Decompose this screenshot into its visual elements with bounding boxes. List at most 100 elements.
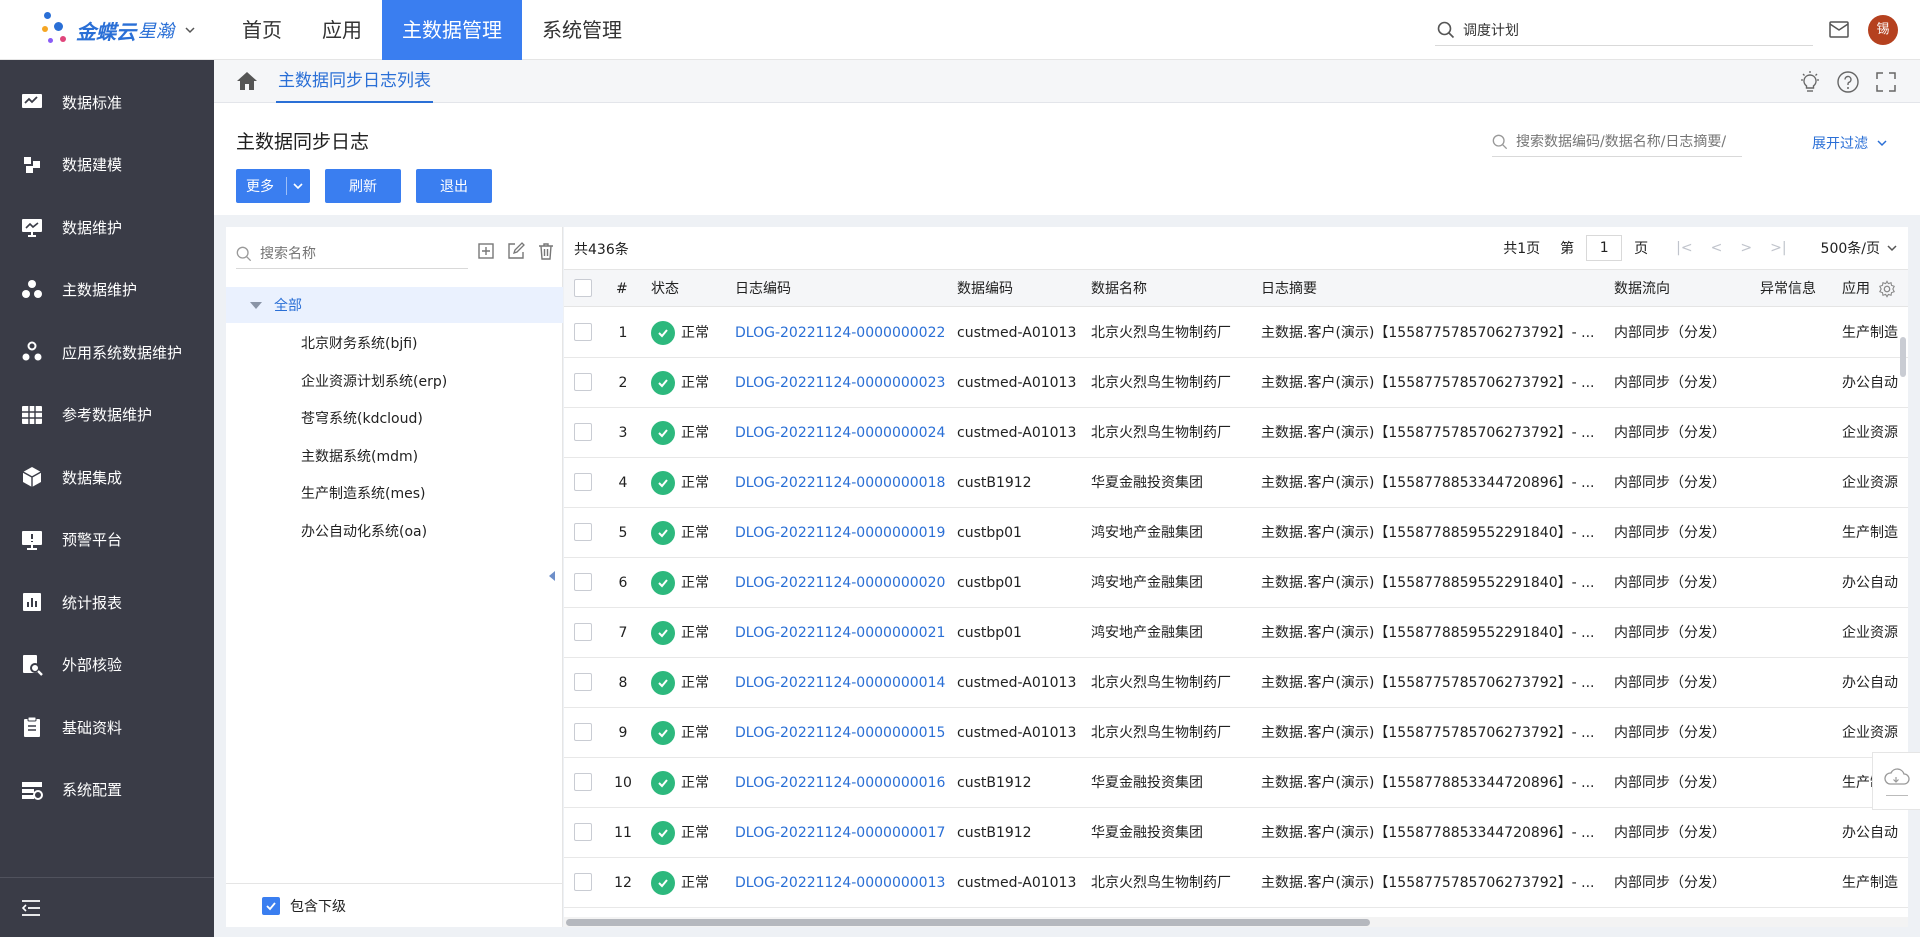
delete-icon[interactable] <box>536 241 556 261</box>
col-log-code[interactable]: 日志编码 <box>735 270 791 308</box>
col-flow[interactable]: 数据流向 <box>1614 270 1670 308</box>
edit-icon[interactable] <box>506 241 526 261</box>
sidebar-item-10[interactable]: 基础资料 <box>0 696 214 759</box>
col-status[interactable]: 状态 <box>651 270 679 308</box>
refresh-button[interactable]: 刷新 <box>325 169 401 203</box>
tree-node[interactable]: 办公自动化系统(oa) <box>301 521 427 541</box>
row-checkbox[interactable] <box>574 773 592 791</box>
tree-node[interactable]: 主数据系统(mdm) <box>301 446 418 466</box>
cell-log-code-link[interactable]: DLOG-20221124-0000000021 <box>735 608 945 658</box>
col-error[interactable]: 异常信息 <box>1760 270 1816 308</box>
brand-logo[interactable]: 金蝶云 星瀚 <box>40 10 196 50</box>
tree-node[interactable]: 苍穹系统(kdcloud) <box>301 408 423 428</box>
table-row[interactable]: 11 正常 DLOG-20221124-0000000017 custB1912 华夏金… <box>564 808 1908 858</box>
avatar[interactable]: 锡 <box>1868 15 1898 45</box>
sidebar-item-5[interactable]: 参考数据维护 <box>0 384 214 447</box>
row-checkbox[interactable] <box>574 873 592 891</box>
nav-system-management[interactable]: 系统管理 <box>522 0 642 60</box>
cell-log-code-link[interactable]: DLOG-20221124-0000000017 <box>735 808 945 858</box>
tab-sync-log-list[interactable]: 主数据同步日志列表 <box>276 60 433 103</box>
sidebar-item-8[interactable]: 统计报表 <box>0 571 214 634</box>
row-checkbox[interactable] <box>574 523 592 541</box>
prev-page-icon[interactable]: < <box>1711 240 1723 256</box>
row-checkbox[interactable] <box>574 373 592 391</box>
sidebar-item-6[interactable]: 数据集成 <box>0 446 214 509</box>
table-row[interactable]: 2 正常 DLOG-20221124-0000000023 custmed-A0101… <box>564 358 1908 408</box>
cell-log-code-link[interactable]: DLOG-20221124-0000000015 <box>735 708 945 758</box>
cell-log-code-link[interactable]: DLOG-20221124-0000000024 <box>735 408 945 458</box>
table-row[interactable]: 1 正常 DLOG-20221124-0000000022 custmed-A0101… <box>564 308 1908 358</box>
sidebar-item-3[interactable]: 主数据维护 <box>0 259 214 322</box>
next-page-icon[interactable]: > <box>1740 240 1752 256</box>
home-icon[interactable] <box>236 71 258 91</box>
sidebar-item-1[interactable]: 数据建模 <box>0 134 214 197</box>
cell-log-code-link[interactable]: DLOG-20221124-0000000023 <box>735 358 945 408</box>
expand-filter-button[interactable]: 展开过滤 <box>1812 133 1888 153</box>
sidebar-item-9[interactable]: 外部核验 <box>0 634 214 697</box>
include-children-option[interactable]: 包含下级 <box>226 883 563 927</box>
table-row[interactable]: 8 正常 DLOG-20221124-0000000014 custmed-A0101… <box>564 658 1908 708</box>
col-app[interactable]: 应用 <box>1842 270 1870 308</box>
lightbulb-icon[interactable] <box>1798 70 1822 94</box>
table-row[interactable]: 6 正常 DLOG-20221124-0000000020 custbp01 鸿安地产金… <box>564 558 1908 608</box>
first-page-icon[interactable]: |< <box>1676 240 1692 256</box>
gear-icon[interactable] <box>1878 280 1896 298</box>
arrow-left-icon[interactable] <box>548 570 556 582</box>
row-checkbox[interactable] <box>574 723 592 741</box>
table-row[interactable]: 7 正常 DLOG-20221124-0000000021 custbp01 鸿安地产金… <box>564 608 1908 658</box>
cell-log-code-link[interactable]: DLOG-20221124-0000000018 <box>735 458 945 508</box>
mail-icon[interactable] <box>1828 18 1850 40</box>
table-row[interactable]: 4 正常 DLOG-20221124-0000000018 custB1912 华夏金融… <box>564 458 1908 508</box>
vertical-scrollbar[interactable] <box>1900 307 1908 917</box>
filter-search-input[interactable] <box>1516 133 1738 150</box>
nav-master-data[interactable]: 主数据管理 <box>382 0 522 60</box>
sidebar-item-2[interactable]: 数据维护 <box>0 196 214 259</box>
sidebar-item-7[interactable]: 预警平台 <box>0 509 214 572</box>
fullscreen-icon[interactable] <box>1874 70 1898 94</box>
page-number-input[interactable]: 1 <box>1586 235 1623 261</box>
cell-log-code-link[interactable]: DLOG-20221124-0000000019 <box>735 508 945 558</box>
last-page-icon[interactable]: >| <box>1770 240 1786 256</box>
table-row[interactable]: 10 正常 DLOG-20221124-0000000016 custB1912 华夏金… <box>564 758 1908 808</box>
table-row[interactable]: 3 正常 DLOG-20221124-0000000024 custmed-A0101… <box>564 408 1908 458</box>
page-size-select[interactable]: 500条/页 <box>1821 238 1880 258</box>
sidebar-item-0[interactable]: 数据标准 <box>0 71 214 134</box>
cell-log-code-link[interactable]: DLOG-20221124-0000000016 <box>735 758 945 808</box>
row-checkbox[interactable] <box>574 323 592 341</box>
row-checkbox[interactable] <box>574 573 592 591</box>
cell-log-code-link[interactable]: DLOG-20221124-0000000022 <box>735 308 945 358</box>
row-checkbox[interactable] <box>574 623 592 641</box>
global-search-input[interactable] <box>1463 21 1783 38</box>
cloud-sync-button[interactable] <box>1872 752 1920 810</box>
tree-node[interactable]: 企业资源计划系统(erp) <box>301 371 447 391</box>
row-checkbox[interactable] <box>574 673 592 691</box>
table-row[interactable]: 9 正常 DLOG-20221124-0000000015 custmed-A0101… <box>564 708 1908 758</box>
cell-log-code-link[interactable]: DLOG-20221124-0000000020 <box>735 558 945 608</box>
row-checkbox[interactable] <box>574 423 592 441</box>
horizontal-scrollbar[interactable] <box>564 917 1908 927</box>
exit-button[interactable]: 退出 <box>416 169 492 203</box>
col-summary[interactable]: 日志摘要 <box>1261 270 1317 308</box>
table-row[interactable]: 12 正常 DLOG-20221124-0000000013 custmed-A010… <box>564 858 1908 908</box>
sidebar-item-4[interactable]: 应用系统数据维护 <box>0 321 214 384</box>
col-data-code[interactable]: 数据编码 <box>957 270 1013 308</box>
sidebar-collapse-button[interactable] <box>0 877 214 937</box>
help-icon[interactable] <box>1836 70 1860 94</box>
row-checkbox[interactable] <box>574 823 592 841</box>
row-checkbox[interactable] <box>574 473 592 491</box>
nav-apps[interactable]: 应用 <box>302 0 382 60</box>
tree-node[interactable]: 生产制造系统(mes) <box>301 483 425 503</box>
tree-node[interactable]: 北京财务系统(bjfi) <box>301 333 418 353</box>
cell-log-code-link[interactable]: DLOG-20221124-0000000013 <box>735 858 945 908</box>
include-children-checkbox[interactable] <box>262 896 280 915</box>
col-data-name[interactable]: 数据名称 <box>1091 270 1147 308</box>
sidebar-item-11[interactable]: 系统配置 <box>0 759 214 822</box>
chevron-down-icon[interactable] <box>1886 242 1898 254</box>
table-row[interactable]: 5 正常 DLOG-20221124-0000000019 custbp01 鸿安地产金… <box>564 508 1908 558</box>
select-all-checkbox[interactable] <box>574 279 592 297</box>
tree-node-all[interactable]: 全部 <box>226 287 563 323</box>
more-button[interactable]: 更多 <box>236 169 310 203</box>
add-node-icon[interactable] <box>476 241 496 261</box>
nav-home[interactable]: 首页 <box>222 0 302 60</box>
cell-log-code-link[interactable]: DLOG-20221124-0000000014 <box>735 658 945 708</box>
